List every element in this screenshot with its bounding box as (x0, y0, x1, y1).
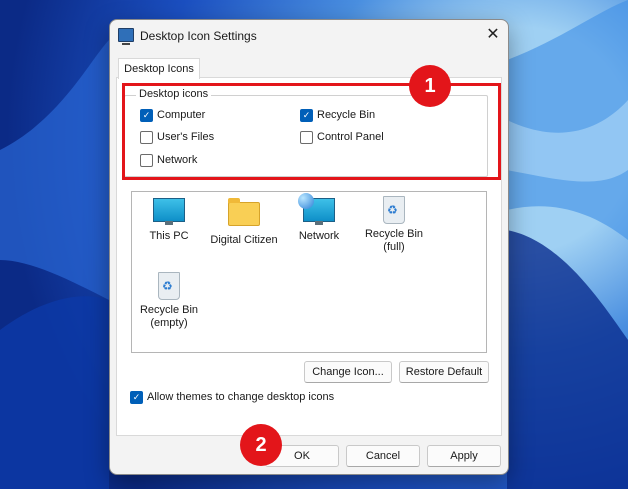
apply-button[interactable]: Apply (427, 445, 501, 467)
icon-item-recycle-bin-empty[interactable]: Recycle Bin (empty) (133, 272, 205, 330)
recycle-bin-full-icon (383, 196, 405, 224)
icon-item-network[interactable]: Network (283, 193, 355, 243)
icon-label: This PC (149, 230, 189, 242)
tab-desktop-icons[interactable]: Desktop Icons (118, 58, 200, 79)
icon-label: Recycle Bin (full) (364, 228, 424, 253)
icon-label: Network (298, 230, 340, 242)
close-icon[interactable]: ✕ (478, 20, 508, 50)
restore-default-button[interactable]: Restore Default (399, 361, 489, 383)
folder-icon (228, 198, 260, 226)
checkbox-label: Allow themes to change desktop icons (147, 391, 335, 403)
desktop-icon-list: This PC Digital Citizen Network Recycle … (131, 191, 487, 353)
icon-item-digital-citizen[interactable]: Digital Citizen (208, 198, 280, 247)
change-icon-button[interactable]: Change Icon... (304, 361, 392, 383)
app-monitor-icon (118, 28, 134, 45)
network-icon (298, 193, 335, 225)
dialog-title: Desktop Icon Settings (140, 29, 257, 43)
checkbox-allow-themes[interactable]: ✓ Allow themes to change desktop icons (130, 389, 334, 405)
title-bar: Desktop Icon Settings ✕ (110, 20, 508, 52)
checkmark-icon: ✓ (130, 390, 143, 404)
annotation-badge-2: 2 (240, 424, 282, 466)
icon-label: Recycle Bin (empty) (139, 304, 199, 329)
icon-label: Digital Citizen (210, 234, 278, 246)
icon-item-recycle-bin-full[interactable]: Recycle Bin (full) (358, 196, 430, 254)
monitor-icon (153, 198, 185, 225)
icon-item-this-pc[interactable]: This PC (133, 198, 205, 243)
cancel-button[interactable]: Cancel (346, 445, 420, 467)
annotation-badge-1: 1 (409, 65, 451, 107)
recycle-bin-empty-icon (158, 272, 180, 300)
